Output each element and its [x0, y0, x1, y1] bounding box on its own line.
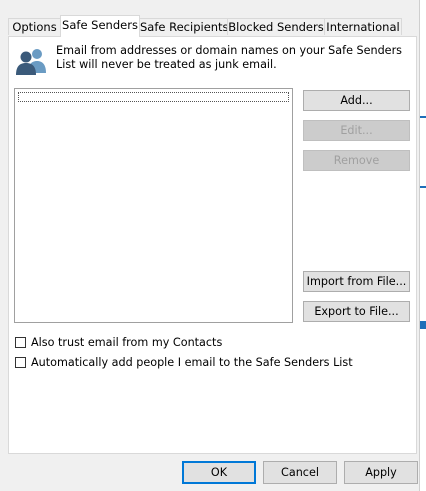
tab-blocked-senders[interactable]: Blocked Senders — [227, 18, 325, 35]
tab-strip: Options Safe Senders Safe Recipients Blo… — [8, 15, 413, 37]
import-from-file-button[interactable]: Import from File... — [303, 271, 410, 292]
edge-mark — [420, 186, 426, 188]
remove-button[interactable]: Remove — [303, 150, 410, 171]
auto-add-checkbox[interactable]: Automatically add people I email to the … — [15, 355, 353, 369]
ok-button[interactable]: OK — [182, 461, 256, 484]
edit-button[interactable]: Edit... — [303, 120, 410, 141]
apply-button[interactable]: Apply — [344, 461, 418, 484]
tab-international[interactable]: International — [324, 18, 402, 35]
edge-mark — [420, 321, 426, 329]
background-window-edge — [419, 0, 426, 491]
checkbox-box[interactable] — [15, 356, 26, 368]
tab-options[interactable]: Options — [8, 18, 61, 35]
safe-senders-list[interactable] — [14, 88, 293, 323]
safe-senders-description: Email from addresses or domain names on … — [56, 44, 402, 71]
cancel-button[interactable]: Cancel — [263, 461, 337, 484]
edge-mark — [420, 116, 426, 118]
export-to-file-button[interactable]: Export to File... — [303, 301, 410, 322]
tab-safe-recipients[interactable]: Safe Recipients — [139, 18, 228, 35]
auto-add-label: Automatically add people I email to the … — [31, 355, 353, 369]
people-icon — [16, 49, 46, 75]
tab-safe-senders[interactable]: Safe Senders — [60, 15, 140, 37]
trust-contacts-label: Also trust email from my Contacts — [31, 335, 223, 349]
add-button[interactable]: Add... — [303, 90, 410, 111]
window-edge-line — [419, 0, 420, 491]
trust-contacts-checkbox[interactable]: Also trust email from my Contacts — [15, 335, 222, 349]
list-focus-rectangle — [18, 92, 289, 102]
checkbox-box[interactable] — [15, 336, 26, 348]
